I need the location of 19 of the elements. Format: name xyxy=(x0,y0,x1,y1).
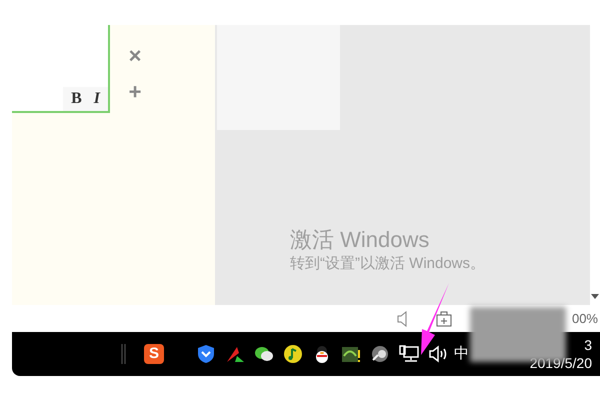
shield-icon[interactable] xyxy=(196,344,216,364)
editor-area[interactable]: B I xyxy=(12,25,110,113)
graphics-card-icon[interactable] xyxy=(341,344,361,364)
network-monitor-icon[interactable] xyxy=(399,344,419,364)
volume-icon[interactable] xyxy=(428,344,448,364)
scroll-down-icon[interactable] xyxy=(591,294,599,299)
bold-button[interactable]: B xyxy=(71,87,82,111)
italic-button[interactable]: I xyxy=(94,87,100,111)
chat-bubbles-icon[interactable] xyxy=(254,344,274,364)
activation-title: 激活 Windows xyxy=(290,226,430,254)
speaker-icon[interactable] xyxy=(370,344,390,364)
clock-date[interactable]: 2019/5/20 xyxy=(530,354,592,372)
activation-subtitle: 转到“设置”以激活 Windows。 xyxy=(290,254,486,274)
music-note-icon[interactable] xyxy=(283,344,303,364)
ime-indicator[interactable]: 中 xyxy=(454,345,469,363)
zoom-level: 00% xyxy=(572,310,598,328)
clock-time[interactable]: 3 xyxy=(584,336,592,354)
plus-box-icon[interactable] xyxy=(436,310,452,326)
separator-icon xyxy=(121,344,126,364)
